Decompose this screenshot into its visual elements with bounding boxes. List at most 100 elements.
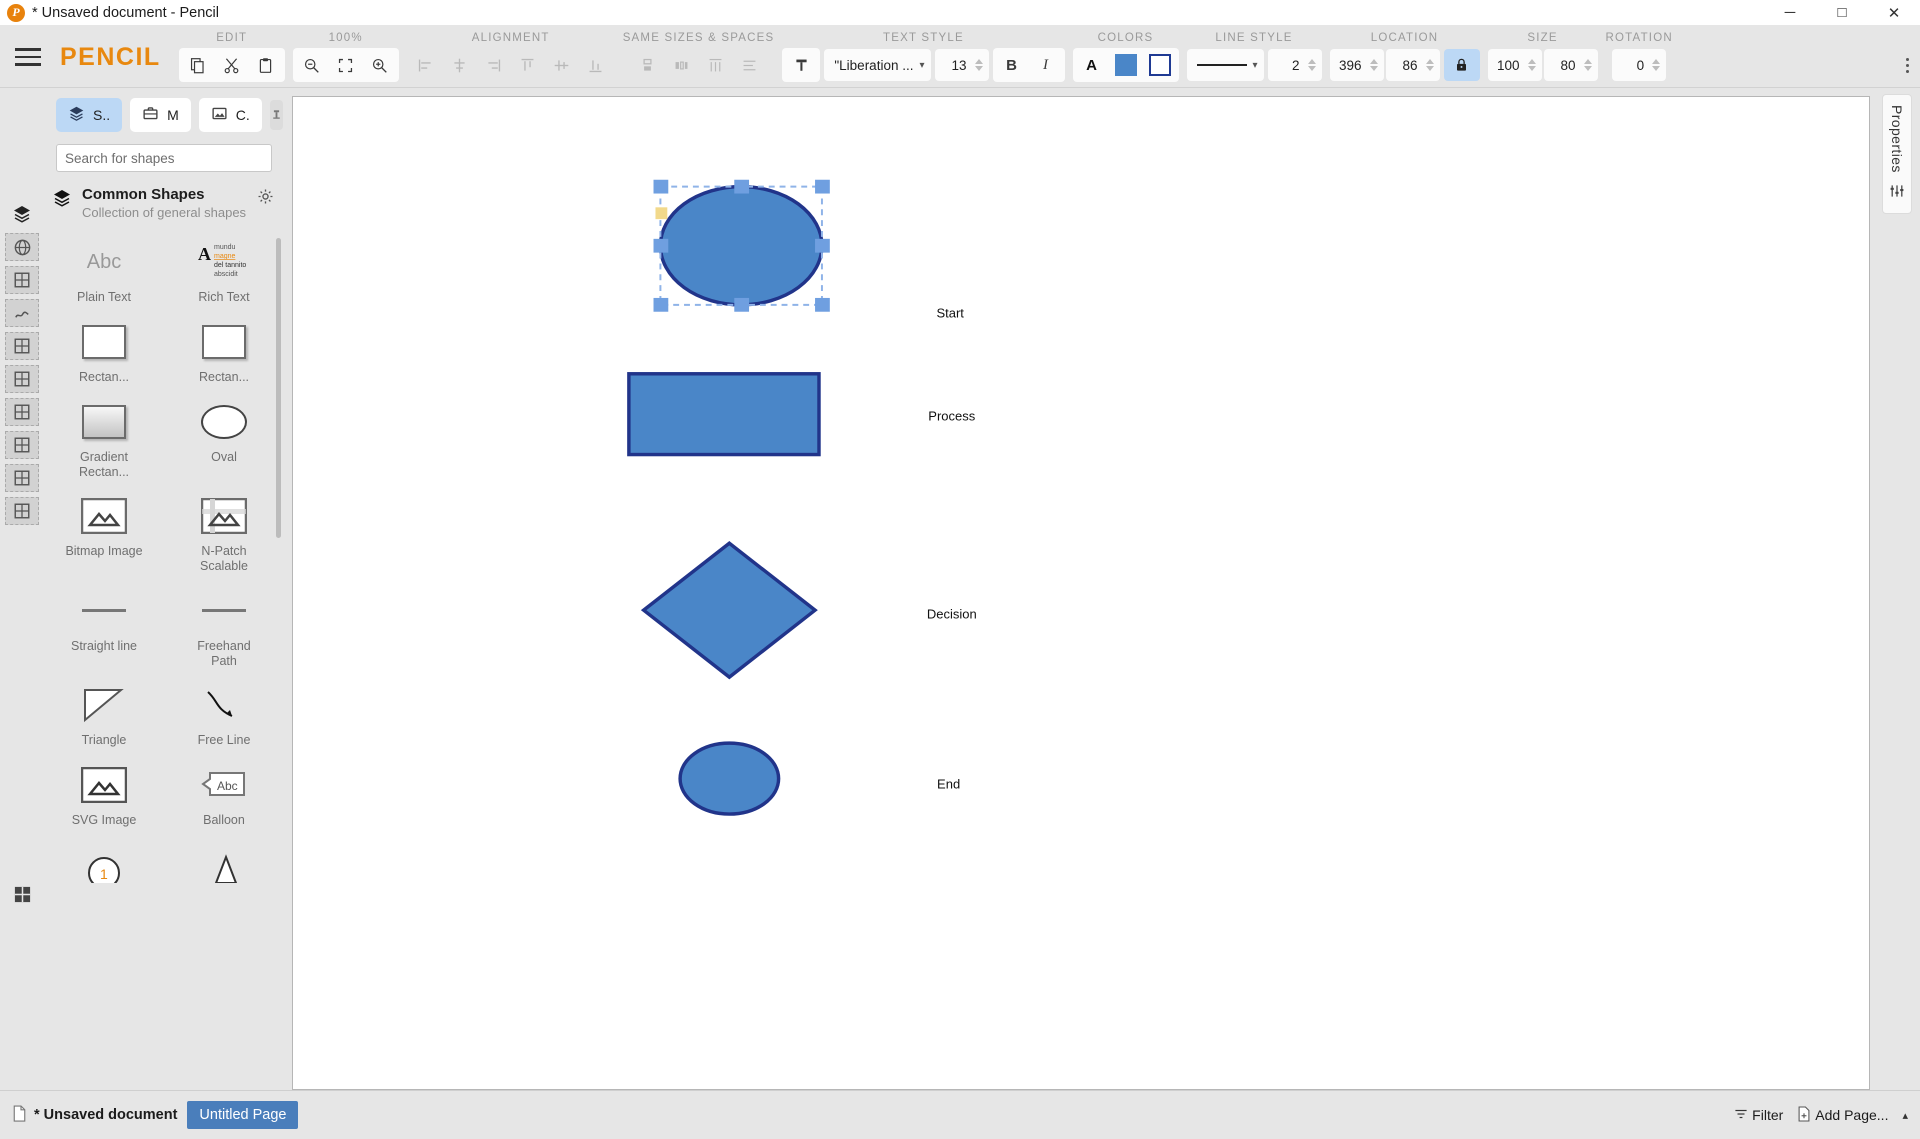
align-right-icon[interactable] <box>477 49 511 81</box>
decision-diamond[interactable] <box>640 541 818 680</box>
rail-grid-icon-2[interactable] <box>5 332 39 360</box>
line-style-select[interactable]: ▾ <box>1186 49 1264 81</box>
shape-item-balloon[interactable]: Abc Balloon <box>164 756 284 836</box>
start-ellipse[interactable] <box>658 184 824 307</box>
search-input[interactable] <box>65 150 263 166</box>
shape-item-triangle[interactable]: Triangle <box>44 676 164 756</box>
same-width-icon[interactable] <box>665 49 699 81</box>
chevron-up-icon[interactable]: ▴ <box>1902 1109 1908 1122</box>
text-color-label: A <box>1086 56 1097 74</box>
font-size-stepper[interactable]: 13 <box>934 49 989 81</box>
shape-item-cone[interactable] <box>164 836 284 896</box>
same-height-icon[interactable] <box>631 49 665 81</box>
lock-icon[interactable] <box>1443 49 1480 81</box>
line-width-stepper[interactable]: 2 <box>1267 49 1322 81</box>
drawing-page[interactable]: Start Process Decision End <box>292 96 1870 1090</box>
font-family-select[interactable]: "Liberation ... ▾ <box>824 49 931 81</box>
align-bottom-icon[interactable] <box>579 49 613 81</box>
align-center-h-icon[interactable] <box>443 49 477 81</box>
stroke-color-swatch[interactable] <box>1143 49 1177 81</box>
rail-globe-icon[interactable] <box>5 233 39 261</box>
search-shapes-box[interactable] <box>56 144 272 172</box>
rotation-arrows[interactable] <box>1648 59 1664 71</box>
add-page-label: Add Page... <box>1815 1107 1889 1123</box>
canvas-area[interactable]: Start Process Decision End Properties <box>284 88 1920 1090</box>
zoom-in-icon[interactable] <box>363 49 397 81</box>
filter-label: Filter <box>1752 1107 1784 1123</box>
properties-flap[interactable]: Properties <box>1882 94 1912 214</box>
process-rectangle[interactable] <box>627 372 821 457</box>
format-paint-icon[interactable] <box>784 49 818 81</box>
kebab-menu-icon[interactable] <box>1894 48 1920 82</box>
tab-modules[interactable]: M <box>130 98 191 132</box>
minimize-button[interactable]: ─ <box>1764 0 1816 25</box>
maximize-button[interactable]: □ <box>1816 0 1868 25</box>
shape-item-numbered-circle[interactable]: 1 <box>44 836 164 896</box>
toolbar-group-alignment: ALIGNMENT <box>407 26 615 82</box>
shape-label: N-Patch Scalable <box>200 544 248 573</box>
hamburger-icon[interactable] <box>0 26 56 88</box>
location-x-arrows[interactable] <box>1366 59 1382 71</box>
shapes-panel-scrollbar[interactable] <box>276 238 281 538</box>
shape-item-npatch[interactable]: N-Patch Scalable <box>164 487 284 582</box>
size-width-arrows[interactable] <box>1524 59 1540 71</box>
shape-item-oval[interactable]: Oval <box>164 393 284 488</box>
font-size-arrows[interactable] <box>971 59 987 71</box>
document-name[interactable]: * Unsaved document <box>8 1104 187 1126</box>
paste-icon[interactable] <box>249 49 283 81</box>
bold-button[interactable]: B <box>995 49 1029 81</box>
shape-item-rectangle-1[interactable]: Rectan... <box>44 313 164 393</box>
italic-button[interactable]: I <box>1029 49 1063 81</box>
rail-grid-icon-7[interactable] <box>5 497 39 525</box>
distribute-h-icon[interactable] <box>699 49 733 81</box>
size-height-arrows[interactable] <box>1580 59 1596 71</box>
fill-color-swatch[interactable] <box>1109 49 1143 81</box>
size-width-stepper[interactable]: 100 <box>1487 49 1542 81</box>
tab-shapes[interactable]: S.. <box>56 98 123 132</box>
text-color-icon[interactable]: A <box>1075 49 1109 81</box>
shape-item-svg-image[interactable]: SVG Image <box>44 756 164 836</box>
pin-icon[interactable] <box>269 100 283 130</box>
distribute-v-icon[interactable] <box>733 49 767 81</box>
zoom-fit-icon[interactable] <box>329 49 363 81</box>
rail-grid-icon-3[interactable] <box>5 365 39 393</box>
zoom-out-icon[interactable] <box>295 49 329 81</box>
shape-item-gradient-rectangle[interactable]: Gradient Rectan... <box>44 393 164 488</box>
shape-item-straight-line[interactable]: Straight line <box>44 582 164 677</box>
tab-clipart[interactable]: C. <box>198 98 262 132</box>
rail-grid-icon-5[interactable] <box>5 431 39 459</box>
page-tab-untitled[interactable]: Untitled Page <box>187 1101 299 1129</box>
shape-grid[interactable]: Abc Plain Text A mundu magne del tannito… <box>44 225 284 1090</box>
location-y-stepper[interactable]: 86 <box>1385 49 1440 81</box>
rail-scribble-icon[interactable] <box>5 299 39 327</box>
align-top-icon[interactable] <box>511 49 545 81</box>
shapes-svg-layer[interactable] <box>293 97 1869 1082</box>
rotation-stepper[interactable]: 0 <box>1612 49 1667 81</box>
shape-item-rich-text[interactable]: A mundu magne del tannito abscidit Rich … <box>164 233 284 313</box>
align-left-icon[interactable] <box>409 49 443 81</box>
rail-grid-icon-4[interactable] <box>5 398 39 426</box>
location-x-stepper[interactable]: 396 <box>1329 49 1384 81</box>
rail-grid-icon-1[interactable] <box>5 266 39 294</box>
align-middle-v-icon[interactable] <box>545 49 579 81</box>
add-page-button[interactable]: Add Page... <box>1797 1105 1889 1125</box>
cut-icon[interactable] <box>215 49 249 81</box>
sliders-icon[interactable] <box>1889 183 1905 204</box>
end-ellipse[interactable] <box>678 741 781 816</box>
shape-item-plain-text[interactable]: Abc Plain Text <box>44 233 164 313</box>
size-height-stepper[interactable]: 80 <box>1543 49 1598 81</box>
rail-bottom-grid-icon[interactable] <box>5 880 39 908</box>
rail-layers-icon[interactable] <box>5 200 39 228</box>
line-width-arrows[interactable] <box>1304 59 1320 71</box>
filter-button[interactable]: Filter <box>1734 1107 1783 1124</box>
shape-item-free-line[interactable]: Free Line <box>164 676 284 756</box>
close-button[interactable]: ✕ <box>1868 0 1920 25</box>
shape-label: Rectan... <box>78 370 130 384</box>
location-y-arrows[interactable] <box>1422 59 1438 71</box>
shape-item-bitmap-image[interactable]: Bitmap Image <box>44 487 164 582</box>
copy-icon[interactable] <box>181 49 215 81</box>
rail-grid-icon-6[interactable] <box>5 464 39 492</box>
shape-item-freehand-path[interactable]: Freehand Path <box>164 582 284 677</box>
shape-item-rectangle-2[interactable]: Rectan... <box>164 313 284 393</box>
gear-icon[interactable] <box>257 186 274 210</box>
